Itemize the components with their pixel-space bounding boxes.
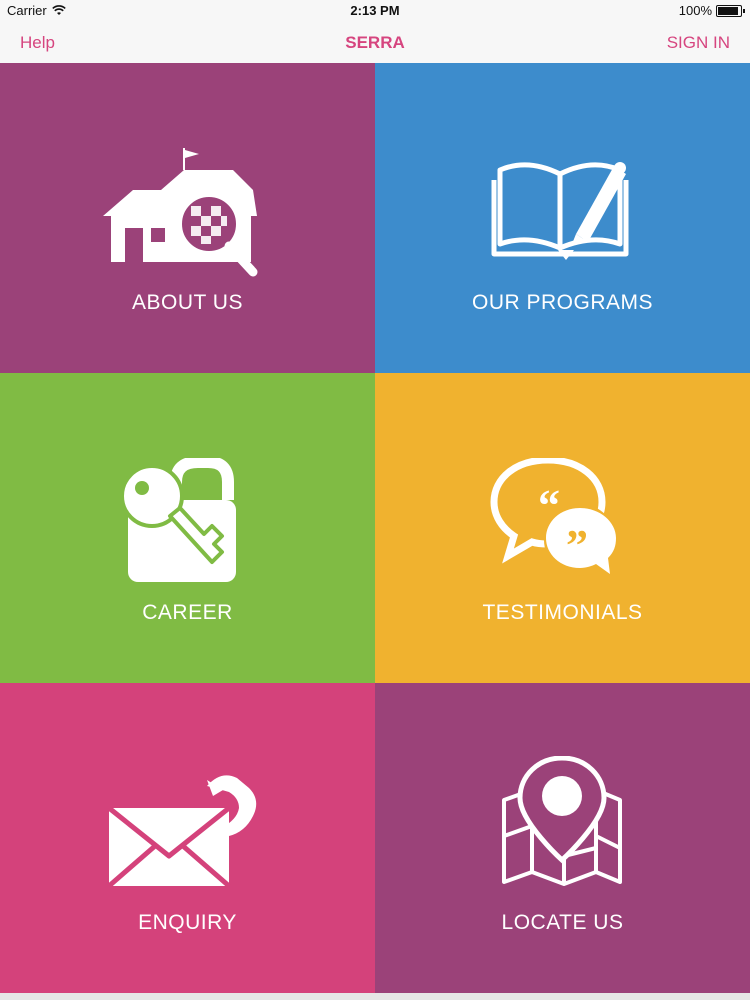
career-tile[interactable]: CAREER — [0, 373, 375, 683]
map-pin-icon — [375, 756, 750, 898]
bottom-divider — [0, 993, 750, 1000]
quote-bubbles-icon: “ ” — [375, 458, 750, 588]
app-title: SERRA — [345, 33, 405, 52]
status-time: 2:13 PM — [350, 3, 400, 18]
locate-us-label: LOCATE US — [501, 911, 624, 934]
enquiry-label: ENQUIRY — [138, 911, 237, 934]
about-us-tile[interactable]: ABOUT US — [0, 63, 375, 373]
menu-grid: ABOUT US OUR PROGRAMS CAREER “ ” TESTIMO… — [0, 63, 750, 993]
battery-percent: 100% — [678, 3, 712, 18]
battery-icon — [716, 4, 745, 17]
sign-in-button[interactable]: SIGN IN — [667, 33, 730, 53]
school-search-icon — [0, 148, 375, 278]
career-label: CAREER — [142, 601, 233, 624]
about-us-label: ABOUT US — [132, 291, 243, 314]
our-programs-label: OUR PROGRAMS — [471, 291, 653, 314]
testimonials-label: TESTIMONIALS — [482, 601, 643, 624]
enquiry-tile[interactable]: ENQUIRY — [0, 683, 375, 993]
status-bar: Carrier 2:13 PM 100% — [0, 0, 750, 22]
open-book-pen-icon — [375, 148, 750, 278]
envelope-phone-icon — [0, 768, 375, 898]
testimonials-tile[interactable]: “ ” TESTIMONIALS — [375, 373, 750, 683]
svg-text:”: ” — [566, 521, 588, 570]
navigation-bar: Help SERRA SIGN IN — [0, 22, 750, 64]
battery-status: 100% — [678, 3, 745, 18]
key-lock-icon — [0, 458, 375, 588]
locate-us-tile[interactable]: LOCATE US — [375, 683, 750, 993]
our-programs-tile[interactable]: OUR PROGRAMS — [375, 63, 750, 373]
